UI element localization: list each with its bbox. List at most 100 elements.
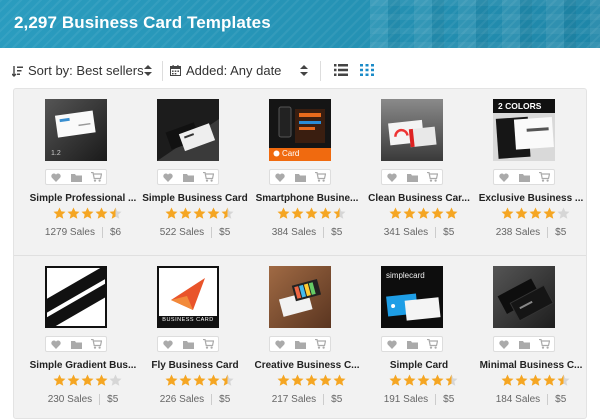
folder-icon[interactable]: [294, 339, 306, 349]
template-thumbnail[interactable]: [381, 99, 443, 161]
cart-icon: [273, 150, 280, 157]
template-name[interactable]: Exclusive Business ...: [475, 193, 587, 204]
template-name[interactable]: Creative Business C...: [251, 360, 363, 371]
calendar-icon: [170, 65, 181, 76]
grid-view-icon[interactable]: [360, 64, 374, 76]
template-card[interactable]: Minimal Business C... 184 Sales $5: [475, 256, 587, 416]
toolbar-divider: [320, 61, 321, 81]
heart-icon[interactable]: [274, 172, 286, 182]
star-full-icon: [81, 374, 94, 386]
template-card[interactable]: Creative Business C... 217 Sales $5: [251, 256, 363, 416]
heart-icon[interactable]: [50, 172, 62, 182]
template-name[interactable]: Minimal Business C...: [475, 360, 587, 371]
folder-icon[interactable]: [518, 172, 530, 182]
heart-icon[interactable]: [386, 172, 398, 182]
template-card[interactable]: simplecard Simple Card 191 Sales $5: [363, 256, 475, 416]
template-thumbnail[interactable]: [493, 266, 555, 328]
sort-select-arrows-icon[interactable]: [144, 64, 152, 77]
heart-icon[interactable]: [498, 172, 510, 182]
template-thumbnail[interactable]: simplecard: [381, 266, 443, 328]
star-full-icon: [319, 374, 332, 386]
date-filter-dropdown[interactable]: Added: Any date: [170, 63, 281, 78]
star-full-icon: [333, 374, 346, 386]
star-rating: [165, 374, 235, 388]
folder-icon[interactable]: [406, 339, 418, 349]
template-name[interactable]: Clean Business Car...: [363, 193, 475, 204]
cart-icon[interactable]: [90, 339, 102, 349]
template-card[interactable]: BUSINESS CARD Fly Business Card 226 Sale…: [139, 256, 251, 416]
folder-icon[interactable]: [294, 172, 306, 182]
sort-dropdown[interactable]: Sort by: Best sellers: [12, 63, 144, 78]
price: $5: [555, 394, 567, 406]
list-view-icon[interactable]: [334, 64, 348, 76]
folder-icon[interactable]: [518, 339, 530, 349]
cart-icon[interactable]: [202, 172, 214, 182]
star-full-icon: [305, 207, 318, 219]
price: $5: [443, 394, 455, 406]
folder-icon[interactable]: [70, 172, 82, 182]
price: $5: [219, 227, 231, 239]
template-card[interactable]: Simple Business Card 522 Sales $5: [139, 89, 251, 249]
star-full-icon: [291, 374, 304, 386]
template-name[interactable]: Simple Professional ...: [27, 193, 139, 204]
card-actions: [269, 336, 331, 352]
cart-icon[interactable]: [202, 339, 214, 349]
template-thumbnail[interactable]: 2 COLORS: [493, 99, 555, 161]
heart-icon[interactable]: [50, 339, 62, 349]
heart-icon[interactable]: [162, 339, 174, 349]
template-card[interactable]: Simple Gradient Bus... 230 Sales $5: [27, 256, 139, 416]
cart-icon[interactable]: [314, 339, 326, 349]
star-full-icon: [277, 207, 290, 219]
template-thumbnail[interactable]: [269, 266, 331, 328]
card-actions: [493, 336, 555, 352]
template-card[interactable]: 1.2 Simple Professional ... 1279 Sales $6: [27, 89, 139, 249]
star-full-icon: [431, 207, 444, 219]
cart-icon[interactable]: [90, 172, 102, 182]
meta-divider: [435, 227, 437, 238]
sales-count: 1279 Sales: [44, 227, 95, 239]
star-full-icon: [417, 374, 430, 386]
heart-icon[interactable]: [386, 339, 398, 349]
cart-icon[interactable]: [538, 339, 550, 349]
cart-icon[interactable]: [426, 172, 438, 182]
star-rating: [277, 207, 347, 221]
meta-divider: [101, 227, 103, 238]
star-full-icon: [389, 374, 402, 386]
folder-icon[interactable]: [70, 339, 82, 349]
cart-icon[interactable]: [538, 172, 550, 182]
template-name[interactable]: Simple Gradient Bus...: [27, 360, 139, 371]
template-card[interactable]: Clean Business Car... 341 Sales $5: [363, 89, 475, 249]
sales-price-row: 522 Sales $5: [139, 227, 251, 238]
cart-icon[interactable]: [314, 172, 326, 182]
heart-icon[interactable]: [498, 339, 510, 349]
template-thumbnail[interactable]: 1.2: [45, 99, 107, 161]
template-thumbnail[interactable]: BUSINESS CARD: [157, 266, 219, 328]
star-rating: [501, 374, 571, 388]
star-full-icon: [165, 207, 178, 219]
folder-icon[interactable]: [182, 339, 194, 349]
sales-count: 217 Sales: [271, 394, 317, 406]
sales-price-row: 191 Sales $5: [363, 394, 475, 405]
date-select-arrows-icon[interactable]: [300, 64, 308, 77]
star-rating: [53, 207, 123, 221]
star-empty-icon: [109, 374, 122, 386]
template-card[interactable]: 2 COLORS Exclusive Business ... 238 Sale…: [475, 89, 587, 249]
template-thumbnail[interactable]: [45, 266, 107, 328]
star-full-icon: [515, 374, 528, 386]
template-name[interactable]: Fly Business Card: [139, 360, 251, 371]
folder-icon[interactable]: [182, 172, 194, 182]
template-name[interactable]: Simple Business Card: [139, 193, 251, 204]
heart-icon[interactable]: [274, 339, 286, 349]
cart-icon[interactable]: [426, 339, 438, 349]
star-full-icon: [95, 207, 108, 219]
template-thumbnail[interactable]: [157, 99, 219, 161]
folder-icon[interactable]: [406, 172, 418, 182]
template-card[interactable]: Card Smartphone Busine... 384 Sales $5: [251, 89, 363, 249]
template-name[interactable]: Smartphone Busine...: [251, 193, 363, 204]
star-half-icon: [445, 374, 458, 386]
template-thumbnail[interactable]: Card: [269, 99, 331, 161]
sales-count: 384 Sales: [271, 227, 317, 239]
template-grid: 1.2 Simple Professional ... 1279 Sales $6…: [13, 88, 587, 419]
heart-icon[interactable]: [162, 172, 174, 182]
template-name[interactable]: Simple Card: [363, 360, 475, 371]
